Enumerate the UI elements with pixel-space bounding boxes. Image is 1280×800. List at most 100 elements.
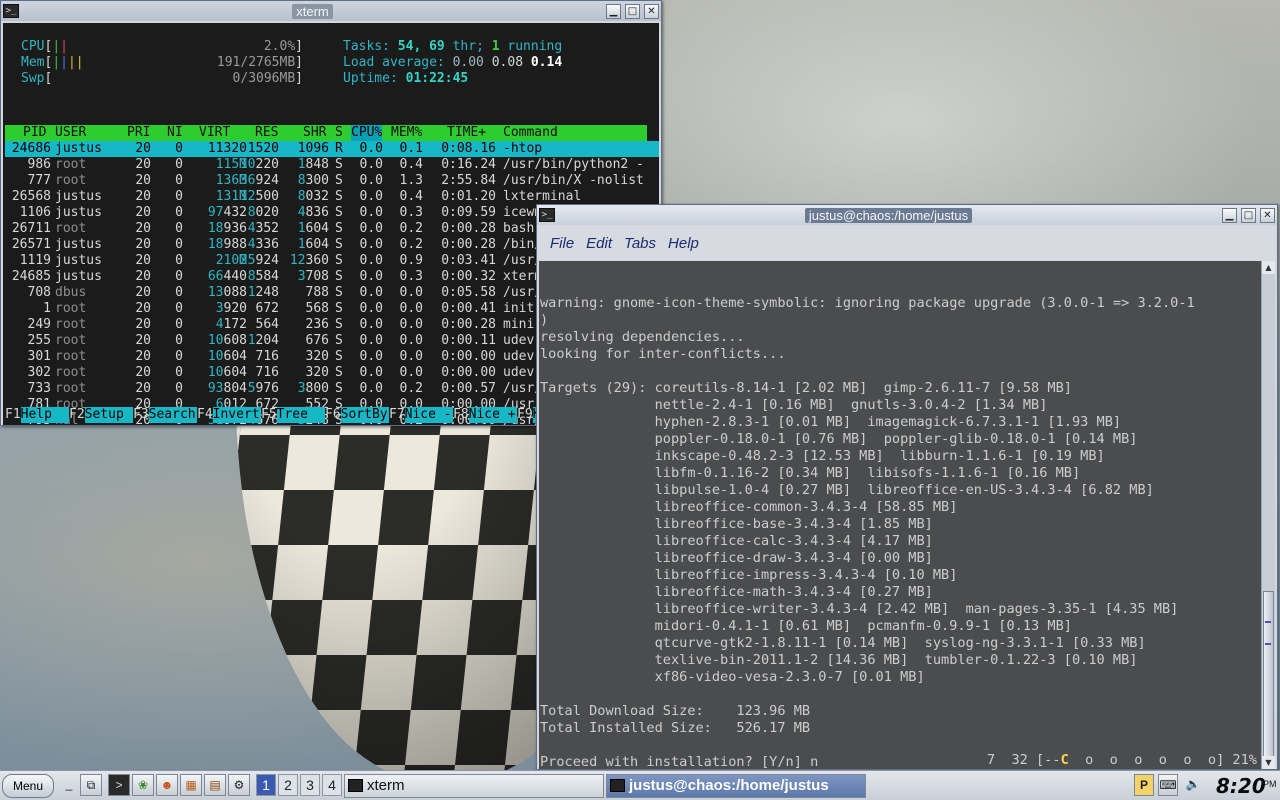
task-lxterminal[interactable]: justus@chaos:/home/justus	[606, 774, 866, 798]
fkey-f7[interactable]: F7Nice -	[389, 407, 453, 423]
col-cpu[interactable]: CPU%	[351, 125, 383, 141]
clock[interactable]: 8:20	[1216, 774, 1266, 798]
process-ni: 0	[175, 269, 183, 284]
workspace-4[interactable]: 4	[322, 774, 342, 796]
process-mem: 0.0	[399, 349, 423, 364]
col-time[interactable]: TIME+	[447, 125, 486, 141]
scroll-thumb[interactable]	[1263, 591, 1274, 761]
process-user: root	[55, 221, 87, 236]
process-user: root	[55, 317, 87, 332]
col-state[interactable]: S	[335, 125, 343, 141]
process-row[interactable]: 26568 justus 20 0 131M 12500 8032 S 0.0 0.4 0:01.2…	[5, 189, 659, 205]
process-ni: 0	[175, 253, 183, 268]
terminal-icon[interactable]: >_	[3, 4, 19, 18]
menu-tabs[interactable]: Tabs	[620, 235, 660, 252]
process-mem: 0.0	[399, 365, 423, 380]
col-shr[interactable]: SHR	[303, 125, 326, 141]
scroll-down-arrow[interactable]: ▼	[1262, 756, 1275, 769]
process-ni: 0	[175, 285, 183, 300]
volume-icon[interactable]: 🔈	[1182, 774, 1204, 796]
maximize-button[interactable]: □	[1241, 207, 1256, 223]
col-ni[interactable]: NI	[167, 125, 183, 141]
process-time: 0:00.00	[441, 349, 496, 364]
col-mem[interactable]: MEM%	[391, 125, 422, 141]
package-notifier-icon[interactable]: P	[1134, 774, 1154, 796]
minimize-button[interactable]: ▁	[1222, 207, 1237, 223]
process-shr: 320	[305, 365, 329, 380]
menu-edit[interactable]: Edit	[582, 235, 616, 252]
process-mem: 0.2	[399, 221, 423, 236]
fkey-f2[interactable]: F2Setup	[69, 407, 133, 423]
process-ni: 0	[175, 189, 183, 204]
col-res[interactable]: RES	[255, 125, 278, 141]
browser-icon[interactable]: ☻	[156, 774, 178, 796]
scroll-up-arrow[interactable]: ▲	[1262, 261, 1275, 274]
process-shr: 236	[305, 317, 329, 332]
fkey-action: Help	[20, 407, 69, 423]
process-pid: 301	[27, 349, 51, 364]
process-row[interactable]: 24686 justus 20 0 11320 1520 1096 R 0.0 0.1 0:08.1…	[5, 141, 659, 157]
archive-icon[interactable]: ▤	[204, 774, 226, 796]
col-pri[interactable]: PRI	[127, 125, 150, 141]
network-icon[interactable]: ⌨	[1158, 774, 1178, 796]
file-manager-icon[interactable]: ❀	[132, 774, 154, 796]
terminal-line: libreoffice-math-3.4.3-4 [0.27 MB]	[540, 584, 933, 600]
process-pid: 26568	[11, 189, 51, 204]
lxterminal-window[interactable]: >_ justus@chaos:/home/justus ▁ □ ✕ File …	[536, 204, 1278, 770]
process-cmd: lxterminal	[503, 189, 582, 204]
process-ni: 0	[175, 333, 183, 348]
process-pid: 1	[43, 301, 51, 316]
process-user: root	[55, 333, 87, 348]
terminal-launcher-icon[interactable]: >	[108, 774, 130, 796]
process-shr: 3708	[297, 269, 329, 284]
status-line: aur 7 32 [--C o o o o o o] 21%	[539, 752, 1259, 769]
terminal-icon[interactable]: >_	[539, 208, 555, 222]
close-button[interactable]: ✕	[1260, 207, 1275, 223]
settings-icon[interactable]: ⚙	[228, 774, 250, 796]
process-pid: 708	[27, 285, 51, 300]
apps-grid-icon[interactable]: ▦	[180, 774, 202, 796]
fkey-f8[interactable]: F8Nice +	[453, 407, 517, 423]
process-shr: 3800	[297, 381, 329, 396]
menu-help[interactable]: Help	[664, 235, 703, 252]
maximize-button[interactable]: □	[625, 3, 640, 19]
terminal-line: libfm-0.1.16-2 [0.34 MB] libisofs-1.1.6-…	[540, 465, 1081, 481]
process-ni: 0	[175, 317, 183, 332]
process-row[interactable]: 777 root 20 0 136M 36924 8300 S 0.0 1.3 2:55.84/us…	[5, 173, 659, 189]
process-shr: 676	[305, 333, 329, 348]
fkey-f1[interactable]: F1Help	[5, 407, 69, 423]
start-menu-button[interactable]: Menu	[2, 774, 54, 798]
process-ni: 0	[175, 173, 183, 188]
workspace-3[interactable]: 3	[300, 774, 320, 796]
uptime-stat: Uptime: 01:22:45	[343, 71, 469, 86]
col-command[interactable]: Command	[503, 125, 558, 141]
process-row[interactable]: 986 root 20 0 115M 10220 1848 S 0.0 0.4 0:16.24/us…	[5, 157, 659, 173]
process-pid: 26571	[11, 237, 51, 252]
workspace-1[interactable]: 1	[256, 774, 276, 796]
close-button[interactable]: ✕	[644, 3, 659, 19]
minimize-button[interactable]: ▁	[606, 3, 621, 19]
process-ni: 0	[175, 157, 183, 172]
workspace-2[interactable]: 2	[278, 774, 298, 796]
terminal-scrollbar[interactable]: ▲ ▼	[1261, 261, 1275, 769]
fkey-f6[interactable]: F6SortBy	[325, 407, 389, 423]
col-user[interactable]: USER	[55, 125, 86, 141]
fkey-f4[interactable]: F4Invert	[197, 407, 261, 423]
xterm-titlebar[interactable]: >_ xterm ▁ □ ✕	[1, 1, 661, 21]
col-virt[interactable]: VIRT	[199, 125, 230, 141]
terminal-output[interactable]: warning: gnome-icon-theme-symbolic: igno…	[539, 261, 1261, 769]
menu-file[interactable]: File	[546, 235, 578, 252]
task-xterm[interactable]: xterm	[344, 774, 604, 798]
fkey-f3[interactable]: F3Search	[133, 407, 197, 423]
process-table-header[interactable]: PID USER PRI NI VIRT RES SHR S CPU% MEM%…	[5, 125, 647, 141]
show-desktop-icon[interactable]: _	[58, 774, 80, 796]
col-pid[interactable]: PID	[23, 125, 46, 141]
process-mem: 0.1	[399, 141, 423, 156]
terminal-icon	[610, 779, 625, 792]
terminal-line: Targets (29): coreutils-8.14-1 [2.02 MB]…	[540, 380, 1072, 396]
fkey-f5[interactable]: F5Tree	[261, 407, 325, 423]
lxterminal-titlebar[interactable]: >_ justus@chaos:/home/justus ▁ □ ✕	[537, 205, 1277, 225]
process-pid: 24686	[11, 141, 51, 156]
window-list-icon[interactable]: ⧉	[80, 774, 102, 796]
